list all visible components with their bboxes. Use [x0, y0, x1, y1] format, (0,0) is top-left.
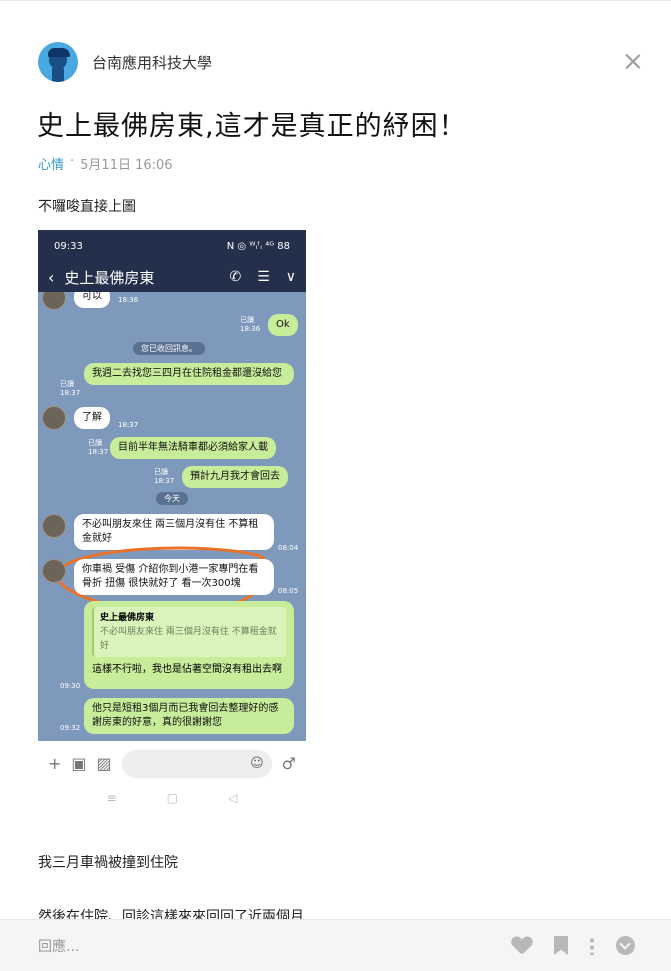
- message-bubble: 目前半年無法騎車都必須給家人載: [110, 437, 276, 459]
- recent-apps-icon: ≡: [106, 791, 117, 805]
- menu-icon: ☰: [257, 269, 270, 285]
- reply-input[interactable]: 回應...: [38, 936, 512, 956]
- meta-separator: ·: [70, 154, 75, 169]
- close-icon[interactable]: [622, 51, 644, 73]
- status-icons: N ◎ ᵂᵢᶠᵢ ⁴ᴳ 88: [226, 240, 290, 252]
- bookmark-icon[interactable]: [554, 936, 568, 955]
- camera-icon: ▣: [71, 754, 87, 773]
- message-time: 18:37: [88, 448, 109, 456]
- chevron-left-icon: ‹: [48, 267, 55, 287]
- status-time: 09:33: [54, 240, 83, 252]
- more-icon[interactable]: [590, 936, 594, 955]
- message-time: 18:37: [118, 421, 139, 429]
- back-icon: ◁: [228, 791, 238, 805]
- chat-input-field: ☺: [121, 749, 272, 778]
- system-notice: 您已收回訊息。: [133, 342, 205, 355]
- message-time: 09:30: [60, 682, 81, 690]
- chevron-down-icon: ∨: [285, 269, 296, 285]
- message-time: 18:36: [240, 325, 261, 333]
- message-bubble: 我週二去找您三四月在住院租金都還沒給您: [84, 363, 294, 385]
- date-divider: 今天: [156, 492, 188, 505]
- chat-app-bar: ‹ 史上最佛房東 ✆ ☰ ∨: [38, 262, 306, 292]
- post-date: 5月11日 16:06: [80, 158, 173, 173]
- message-time: 18:37: [60, 389, 81, 397]
- message-bubble: 他只是短租3個月而已我會回去整理好的感謝房東的好意，真的很謝謝您: [84, 698, 294, 734]
- post-title: 史上最佛房東,這才是真正的紓困！: [37, 111, 467, 142]
- message-bubble: 預計九月我才會回去: [182, 466, 288, 488]
- read-receipt: 已讀: [60, 380, 74, 388]
- message-bubble: Ok: [268, 314, 298, 336]
- home-icon: ▢: [166, 791, 179, 805]
- chat-input-bar: + ▣ ▨ ☺ ♂: [38, 741, 306, 786]
- post-paragraph: 我三月車禍被撞到住院: [38, 855, 178, 871]
- phone-icon: ✆: [229, 269, 242, 285]
- phone-status-bar: 09:33 N ◎ ᵂᵢᶠᵢ ⁴ᴳ 88: [38, 230, 306, 262]
- message-bubble: 了解: [74, 407, 110, 429]
- landlord-avatar: [42, 406, 66, 430]
- forum-header[interactable]: 台南應用科技大學: [38, 42, 212, 82]
- message-bubble: 你車禍 受傷 介紹你到小港一家專門在看骨折 扭傷 很快就好了 看一次300塊: [74, 559, 274, 595]
- microphone-icon: ♂: [281, 754, 296, 773]
- emoji-icon: ☺: [250, 755, 264, 771]
- message-bubble: 可以: [74, 292, 110, 308]
- post-meta: 心情 · 5月11日 16:06: [38, 154, 173, 173]
- message-time: 18:36: [118, 296, 139, 304]
- plus-icon: +: [48, 754, 62, 773]
- read-receipt: 已讀: [154, 468, 168, 476]
- post-paragraph: 然後在住院、回診這樣來來回回了近兩個月: [38, 909, 304, 920]
- chat-title: 史上最佛房東: [64, 268, 155, 287]
- post-category[interactable]: 心情: [38, 154, 64, 173]
- heart-icon[interactable]: [512, 937, 532, 955]
- reply-text: 這樣不行啦，我也是佔著空間沒有租出去啊: [92, 664, 282, 675]
- read-receipt: 已讀: [240, 316, 254, 324]
- post-intro: 不囉唆直接上圖: [38, 199, 136, 215]
- message-time: 08:04: [278, 544, 299, 552]
- image-icon: ▨: [96, 754, 112, 773]
- forum-name[interactable]: 台南應用科技大學: [92, 52, 212, 73]
- download-icon[interactable]: [616, 936, 635, 955]
- quoted-sender: 史上最佛房東: [100, 613, 155, 623]
- message-time: 09:32: [60, 724, 81, 732]
- post-image[interactable]: 09:33 N ◎ ᵂᵢᶠᵢ ⁴ᴳ 88 ‹ 史上最佛房東 ✆ ☰ ∨ 可以 1…: [38, 230, 306, 810]
- read-receipt: 已讀: [88, 439, 102, 447]
- phone-nav-bar: ≡ ▢ ◁: [38, 786, 306, 810]
- reply-bar: 回應...: [0, 919, 671, 971]
- top-divider: [0, 0, 671, 1]
- message-time: 18:37: [154, 477, 175, 485]
- landlord-avatar: [42, 514, 66, 538]
- landlord-avatar: [42, 559, 66, 583]
- reply-bubble: 史上最佛房東 不必叫朋友來住 兩三個月沒有住 不算租金就好 這樣不行啦，我也是佔…: [84, 601, 294, 689]
- landlord-avatar: [42, 292, 66, 310]
- message-time: 08:05: [278, 587, 299, 595]
- quoted-text: 不必叫朋友來住 兩三個月沒有住 不算租金就好: [100, 627, 277, 651]
- chat-area: 可以 18:36 已讀 18:36 Ok 您已收回訊息。 已讀 18:37 我週…: [38, 292, 306, 741]
- user-avatar-icon: [38, 42, 78, 82]
- quoted-message: 史上最佛房東 不必叫朋友來住 兩三個月沒有住 不算租金就好: [92, 607, 286, 657]
